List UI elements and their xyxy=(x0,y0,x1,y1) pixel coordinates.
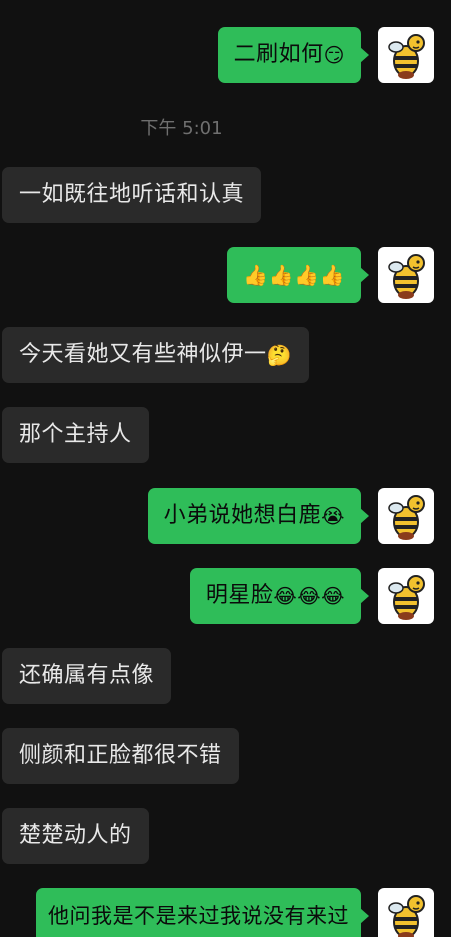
outgoing-bubble[interactable]: 小弟说她想白鹿😭 xyxy=(147,488,370,544)
bee-avatar-icon[interactable] xyxy=(378,247,434,303)
message-text: 楚楚动人的 xyxy=(19,823,132,848)
message-text: 二刷如何 xyxy=(233,42,324,67)
thinking-emoji-icon: 🤔 xyxy=(266,343,292,367)
message-text: 那个主持人 xyxy=(19,422,132,447)
incoming-bubble[interactable]: 楚楚动人的 xyxy=(2,808,149,864)
bee-avatar-icon[interactable] xyxy=(378,568,434,624)
bee-avatar-icon[interactable] xyxy=(378,27,434,83)
chat-view[interactable]: 二刷如何😏 下午 5:01 一如既往地听话和认真 👍👍👍👍 今天看她又有些神似伊… xyxy=(0,0,451,937)
tears-of-joy-emoji-icon: 😂😂😂 xyxy=(273,584,345,608)
smirk-emoji-icon: 😏 xyxy=(323,43,345,67)
message-text: 他问我是不是来过我说没有来过 xyxy=(48,904,349,928)
incoming-bubble[interactable]: 侧颜和正脸都很不错 xyxy=(2,728,239,784)
message-text: 明星脸 xyxy=(205,583,274,608)
message-text: 侧颜和正脸都很不错 xyxy=(19,743,222,768)
outgoing-bubble[interactable]: 👍👍👍👍 xyxy=(227,247,369,303)
message-text: 还确属有点像 xyxy=(19,663,155,688)
message-text: 今天看她又有些神似伊一 xyxy=(19,342,267,367)
bee-avatar-icon[interactable] xyxy=(378,888,434,937)
thumbs-up-emoji-icon: 👍👍👍👍 xyxy=(243,263,345,287)
crying-emoji-icon: 😭 xyxy=(321,504,345,528)
outgoing-bubble[interactable]: 二刷如何😏 xyxy=(217,27,370,83)
incoming-bubble[interactable]: 还确属有点像 xyxy=(2,648,172,704)
bee-avatar-icon[interactable] xyxy=(378,488,434,544)
outgoing-bubble[interactable]: 他问我是不是来过我说没有来过 xyxy=(36,888,369,937)
incoming-bubble[interactable]: 今天看她又有些神似伊一🤔 xyxy=(2,327,309,383)
incoming-bubble[interactable]: 那个主持人 xyxy=(2,407,149,463)
timestamp: 下午 5:01 xyxy=(140,118,223,139)
incoming-bubble[interactable]: 一如既往地听话和认真 xyxy=(2,167,262,223)
outgoing-bubble[interactable]: 明星脸😂😂😂 xyxy=(189,568,370,624)
message-text: 一如既往地听话和认真 xyxy=(19,182,245,207)
message-text: 小弟说她想白鹿 xyxy=(163,503,322,528)
